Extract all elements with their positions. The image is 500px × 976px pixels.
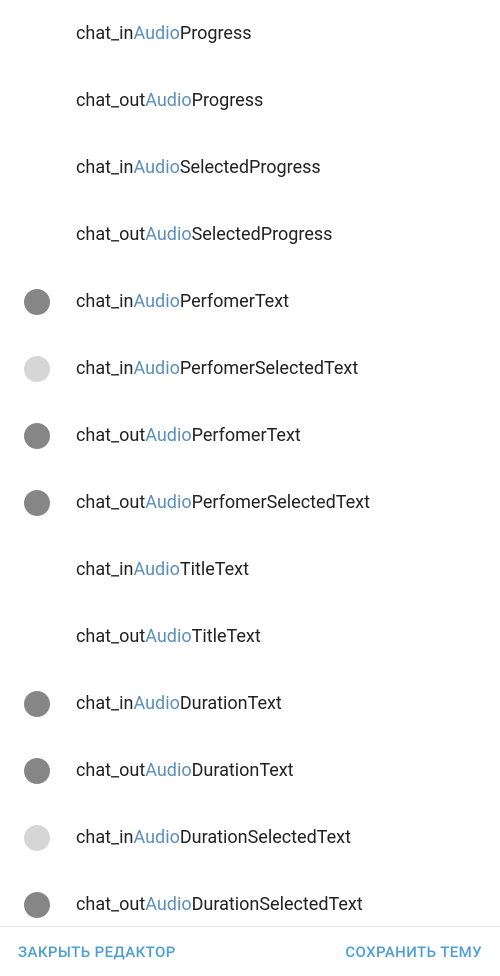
- label-highlight: Audio: [133, 23, 179, 44]
- color-swatch: [24, 356, 50, 382]
- list-item[interactable]: chat_inAudioDurationText: [0, 670, 500, 737]
- theme-key-label: chat_inAudioDurationSelectedText: [76, 827, 351, 848]
- theme-key-label: chat_inAudioTitleText: [76, 559, 249, 580]
- swatch-spacer: [24, 155, 50, 181]
- theme-key-label: chat_outAudioTitleText: [76, 626, 261, 647]
- label-suffix: DurationText: [180, 693, 282, 714]
- color-swatch: [24, 691, 50, 717]
- color-swatch: [24, 490, 50, 516]
- list-item[interactable]: chat_outAudioPerfomerText: [0, 402, 500, 469]
- label-suffix: SelectedProgress: [180, 157, 321, 178]
- label-prefix: chat_in: [76, 827, 133, 848]
- list-item[interactable]: chat_outAudioProgress: [0, 67, 500, 134]
- color-swatch: [24, 892, 50, 918]
- label-suffix: Progress: [192, 90, 264, 111]
- swatch-spacer: [24, 88, 50, 114]
- label-prefix: chat_out: [76, 492, 145, 513]
- label-prefix: chat_in: [76, 358, 133, 379]
- list-item[interactable]: chat_outAudioDurationText: [0, 737, 500, 804]
- theme-key-label: chat_inAudioDurationText: [76, 693, 282, 714]
- label-prefix: chat_out: [76, 425, 145, 446]
- list-item[interactable]: chat_outAudioPerfomerSelectedText: [0, 469, 500, 536]
- label-highlight: Audio: [145, 425, 191, 446]
- list-item[interactable]: chat_inAudioTitleText: [0, 536, 500, 603]
- list-item[interactable]: chat_inAudioProgress: [0, 0, 500, 67]
- list-item[interactable]: chat_outAudioDurationSelectedText: [0, 871, 500, 926]
- label-suffix: DurationText: [192, 760, 294, 781]
- list-item[interactable]: chat_outAudioSelectedProgress: [0, 201, 500, 268]
- label-highlight: Audio: [145, 224, 191, 245]
- theme-key-label: chat_inAudioPerfomerSelectedText: [76, 358, 358, 379]
- label-suffix: SelectedProgress: [192, 224, 333, 245]
- swatch-spacer: [24, 21, 50, 47]
- close-editor-button[interactable]: ЗАКРЫТЬ РЕДАКТОР: [18, 943, 176, 961]
- theme-key-label: chat_inAudioPerfomerText: [76, 291, 289, 312]
- color-swatch: [24, 289, 50, 315]
- theme-key-label: chat_outAudioPerfomerText: [76, 425, 301, 446]
- list-item[interactable]: chat_inAudioSelectedProgress: [0, 134, 500, 201]
- color-swatch: [24, 423, 50, 449]
- label-suffix: PerfomerText: [192, 425, 301, 446]
- theme-key-label: chat_outAudioDurationText: [76, 760, 294, 781]
- label-prefix: chat_out: [76, 894, 145, 915]
- footer-bar: ЗАКРЫТЬ РЕДАКТОР СОХРАНИТЬ ТЕМУ: [0, 926, 500, 976]
- list-item[interactable]: chat_inAudioPerfomerSelectedText: [0, 335, 500, 402]
- label-suffix: PerfomerSelectedText: [192, 492, 370, 513]
- label-highlight: Audio: [133, 827, 179, 848]
- save-theme-button[interactable]: СОХРАНИТЬ ТЕМУ: [345, 943, 482, 961]
- theme-key-label: chat_inAudioSelectedProgress: [76, 157, 321, 178]
- label-highlight: Audio: [145, 626, 191, 647]
- label-suffix: TitleText: [192, 626, 261, 647]
- color-swatch: [24, 758, 50, 784]
- label-suffix: DurationSelectedText: [180, 827, 351, 848]
- label-suffix: PerfomerText: [180, 291, 289, 312]
- label-prefix: chat_in: [76, 157, 133, 178]
- label-suffix: TitleText: [180, 559, 249, 580]
- label-prefix: chat_in: [76, 693, 133, 714]
- theme-key-label: chat_outAudioSelectedProgress: [76, 224, 332, 245]
- color-swatch: [24, 825, 50, 851]
- label-highlight: Audio: [133, 291, 179, 312]
- theme-key-list[interactable]: chat_inAudioProgresschat_outAudioProgres…: [0, 0, 500, 926]
- theme-key-label: chat_inAudioProgress: [76, 23, 252, 44]
- swatch-spacer: [24, 222, 50, 248]
- list-item[interactable]: chat_outAudioTitleText: [0, 603, 500, 670]
- label-prefix: chat_in: [76, 23, 133, 44]
- label-prefix: chat_out: [76, 626, 145, 647]
- list-item[interactable]: chat_inAudioDurationSelectedText: [0, 804, 500, 871]
- label-prefix: chat_out: [76, 760, 145, 781]
- label-suffix: PerfomerSelectedText: [180, 358, 358, 379]
- label-highlight: Audio: [145, 90, 191, 111]
- label-prefix: chat_out: [76, 90, 145, 111]
- list-item[interactable]: chat_inAudioPerfomerText: [0, 268, 500, 335]
- theme-key-label: chat_outAudioProgress: [76, 90, 263, 111]
- label-suffix: DurationSelectedText: [192, 894, 363, 915]
- label-prefix: chat_out: [76, 224, 145, 245]
- label-highlight: Audio: [133, 358, 179, 379]
- label-highlight: Audio: [145, 894, 191, 915]
- theme-key-label: chat_outAudioPerfomerSelectedText: [76, 492, 370, 513]
- label-highlight: Audio: [133, 693, 179, 714]
- theme-key-label: chat_outAudioDurationSelectedText: [76, 894, 363, 915]
- label-highlight: Audio: [145, 492, 191, 513]
- swatch-spacer: [24, 624, 50, 650]
- label-highlight: Audio: [133, 157, 179, 178]
- label-highlight: Audio: [145, 760, 191, 781]
- label-prefix: chat_in: [76, 291, 133, 312]
- swatch-spacer: [24, 557, 50, 583]
- label-highlight: Audio: [133, 559, 179, 580]
- label-prefix: chat_in: [76, 559, 133, 580]
- label-suffix: Progress: [180, 23, 252, 44]
